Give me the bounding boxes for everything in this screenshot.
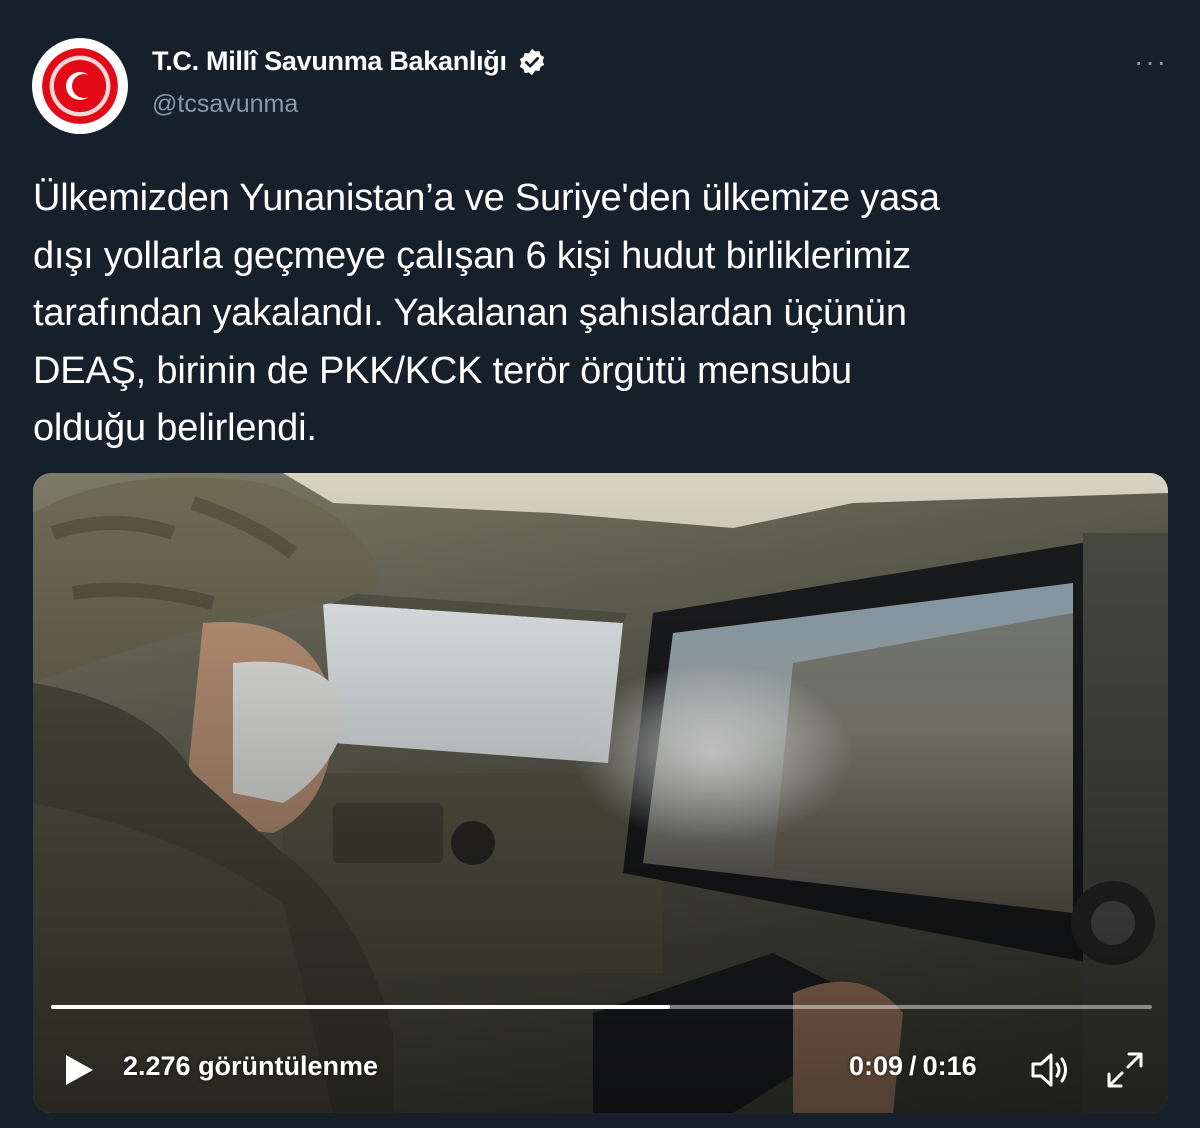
display-name[interactable]: T.C. Millî Savunma Bakanlığı [152, 46, 507, 77]
play-icon[interactable] [63, 1053, 95, 1087]
duration: 0:16 [922, 1051, 977, 1081]
account-handle[interactable]: @tcsavunma [152, 90, 298, 119]
video-frame [33, 473, 1168, 1113]
view-count: 2.276 görüntülenme [123, 1051, 379, 1081]
time-separator: / [909, 1051, 917, 1081]
video-progress-fill [51, 1005, 671, 1009]
volume-icon[interactable] [1029, 1050, 1071, 1090]
video-progress-bar[interactable] [51, 1005, 1152, 1009]
ministry-emblem-icon [42, 48, 118, 124]
video-time: 0:09/0:16 [849, 1051, 977, 1082]
tweet-text: Ülkemizden Yunanistan’a ve Suriye'den ül… [33, 177, 940, 449]
account-name-row[interactable]: T.C. Millî Savunma Bakanlığı [152, 46, 547, 77]
current-time: 0:09 [849, 1051, 904, 1081]
fullscreen-icon[interactable] [1105, 1050, 1145, 1090]
avatar[interactable] [32, 38, 128, 134]
verified-badge-icon [519, 48, 544, 75]
video-player[interactable]: 2.276 görüntülenme 0:09/0:16 [33, 473, 1168, 1113]
more-options-icon[interactable]: ··· [1134, 48, 1168, 76]
